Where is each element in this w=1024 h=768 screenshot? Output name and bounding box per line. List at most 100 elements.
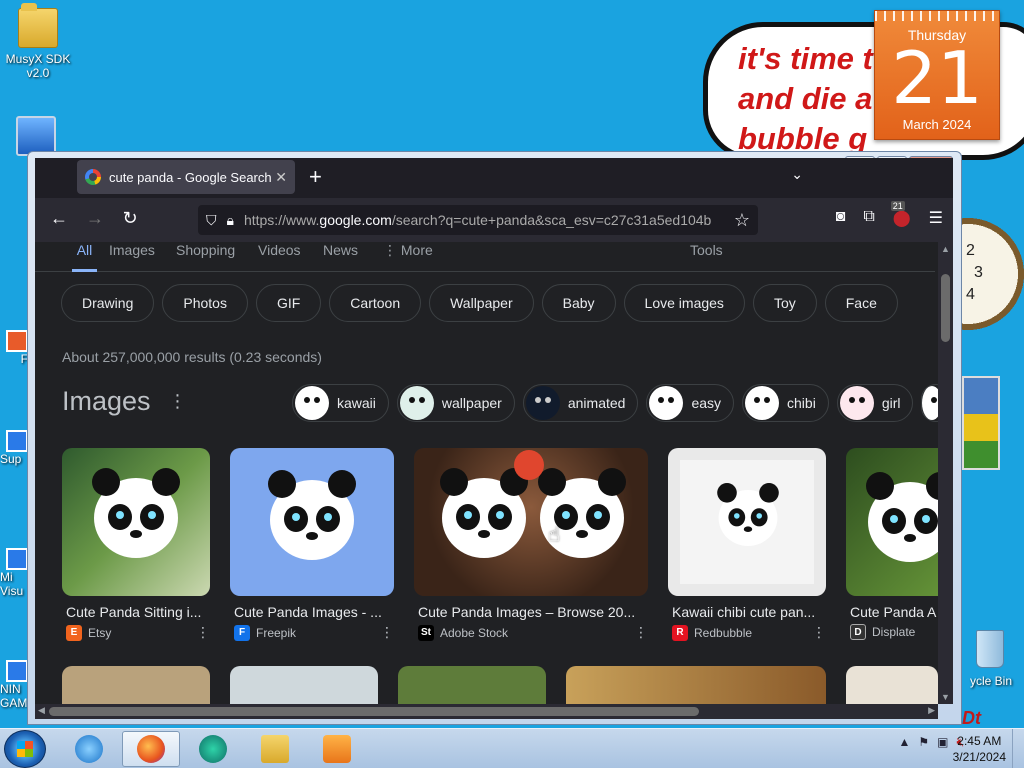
- chip-face[interactable]: Face: [824, 284, 898, 322]
- image-caption[interactable]: Cute Panda Images - ...: [230, 604, 394, 620]
- taskbar-internet-explorer[interactable]: [60, 731, 118, 767]
- taskbar-firefox[interactable]: [122, 731, 180, 767]
- vertical-scrollbar[interactable]: ▲ ▼: [938, 242, 953, 704]
- image-thumbnail[interactable]: [398, 666, 546, 704]
- chip-baby[interactable]: Baby: [541, 284, 616, 322]
- more-options-icon[interactable]: ⋮: [634, 624, 648, 641]
- back-button[interactable]: ←: [47, 208, 71, 229]
- tab-images[interactable]: Images: [109, 242, 155, 272]
- refine-chip-kawaii[interactable]: kawaii: [292, 384, 389, 422]
- desktop-icon-partial[interactable]: NIN GAM: [0, 660, 28, 720]
- menu-hamburger-icon[interactable]: ☰: [929, 208, 943, 228]
- scroll-right-icon[interactable]: ▶: [928, 705, 935, 716]
- more-options-icon[interactable]: ⋮: [380, 624, 394, 641]
- url-path: /search?q=cute+panda&sca_esv=c27c31a5ed1…: [391, 212, 712, 228]
- panda-illustration: [717, 483, 779, 546]
- horizontal-scroll-thumb[interactable]: [49, 707, 699, 716]
- tab-cute-panda[interactable]: cute panda - Google Search ✕: [77, 160, 295, 194]
- show-desktop-button[interactable]: [1012, 729, 1024, 768]
- image-result-card[interactable]: Cute Panda A D Displate: [846, 448, 938, 640]
- desktop-icon-recycle-bin[interactable]: ycle Bin: [958, 630, 1024, 688]
- desktop-icon-partial[interactable]: Sup: [0, 430, 28, 478]
- scroll-up-icon[interactable]: ▲: [941, 244, 950, 254]
- chip-cartoon[interactable]: Cartoon: [329, 284, 422, 322]
- ublock-extension-icon[interactable]: 21 ⬤: [890, 201, 911, 228]
- refine-chip-wallpaper[interactable]: wallpaper: [396, 384, 515, 422]
- chip-photos[interactable]: Photos: [162, 284, 248, 322]
- clock-gadget[interactable]: 2 3 4: [958, 218, 1024, 330]
- refine-thumbnail: [525, 386, 560, 420]
- image-result-card[interactable]: Cute Panda Images – Browse 20... St Adobe…: [414, 448, 648, 641]
- image-thumbnail[interactable]: [846, 448, 938, 596]
- refine-chip-easy[interactable]: easy: [646, 384, 735, 422]
- more-options-icon[interactable]: ⋮: [169, 391, 187, 412]
- scroll-left-icon[interactable]: ◀: [38, 705, 45, 716]
- tab-shopping[interactable]: Shopping: [176, 242, 235, 272]
- refine-chip-chibi[interactable]: chibi: [742, 384, 829, 422]
- slideshow-gadget[interactable]: [962, 376, 1000, 470]
- tab-all[interactable]: All: [72, 242, 97, 272]
- image-thumbnail[interactable]: [230, 448, 394, 596]
- refine-chip-animated[interactable]: animated: [522, 384, 639, 422]
- more-options-icon[interactable]: ⋮: [196, 624, 210, 641]
- refine-label: wallpaper: [441, 395, 502, 411]
- pocket-icon[interactable]: ◙: [836, 208, 846, 228]
- new-tab-button[interactable]: +: [309, 164, 322, 190]
- image-result-card[interactable]: Cute Panda Images - ... F Freepik ⋮: [230, 448, 394, 641]
- tab-more[interactable]: ⋮ More: [383, 242, 433, 272]
- app-icon: [6, 548, 28, 570]
- vertical-scroll-thumb[interactable]: [941, 274, 950, 342]
- image-thumbnail[interactable]: [230, 666, 378, 704]
- tab-news[interactable]: News: [323, 242, 358, 272]
- desktop-icon-musyx[interactable]: MusyX SDK v2.0: [0, 3, 76, 80]
- image-caption[interactable]: Kawaii chibi cute pan...: [668, 604, 826, 620]
- image-result-card[interactable]: Cute Panda Sitting i... E Etsy ⋮: [62, 448, 210, 641]
- horizontal-scrollbar[interactable]: ◀ ▶: [35, 704, 938, 719]
- action-center-flag-icon[interactable]: ⚑: [918, 735, 929, 750]
- image-caption[interactable]: Cute Panda Sitting i...: [62, 604, 210, 620]
- refine-label: kawaii: [337, 395, 376, 411]
- scroll-down-icon[interactable]: ▼: [941, 692, 950, 702]
- chip-drawing[interactable]: Drawing: [61, 284, 155, 322]
- chip-wallpaper[interactable]: Wallpaper: [429, 284, 534, 322]
- extensions-icon[interactable]: ⧉: [863, 208, 874, 228]
- chip-gif[interactable]: GIF: [255, 284, 322, 322]
- image-thumbnail[interactable]: [62, 666, 210, 704]
- tools-button[interactable]: Tools: [690, 242, 723, 272]
- image-caption[interactable]: Cute Panda Images – Browse 20...: [414, 604, 648, 620]
- image-thumbnail[interactable]: [414, 448, 648, 596]
- url-text[interactable]: https://www.google.com/search?q=cute+pan…: [244, 212, 734, 228]
- more-options-icon[interactable]: ⋮: [812, 624, 826, 641]
- taskbar-clock[interactable]: 2:45 AM 3/21/2024: [953, 733, 1006, 765]
- show-hidden-icons-icon[interactable]: ▲: [898, 735, 910, 750]
- lock-icon[interactable]: 🔒︎: [227, 212, 234, 229]
- desktop-icon-partial[interactable]: Mi Visu: [0, 548, 28, 608]
- clock-numeral: 3: [974, 264, 983, 281]
- reload-button[interactable]: ↻: [118, 208, 142, 229]
- taskbar: ▲ ⚑ ▣ 🔇︎ 2:45 AM 3/21/2024: [0, 728, 1024, 768]
- image-caption[interactable]: Cute Panda A: [846, 604, 938, 620]
- calendar-gadget[interactable]: Thursday 21 March 2024: [874, 10, 1000, 140]
- start-button[interactable]: [4, 730, 46, 768]
- tab-videos[interactable]: Videos: [258, 242, 301, 272]
- taskbar-file-explorer[interactable]: [246, 731, 304, 767]
- chip-love-images[interactable]: Love images: [623, 284, 745, 322]
- forward-button[interactable]: →: [83, 208, 107, 229]
- image-thumbnail[interactable]: [566, 666, 826, 704]
- image-thumbnail[interactable]: [846, 666, 938, 704]
- refine-chip-girl[interactable]: girl: [836, 384, 914, 422]
- chip-toy[interactable]: Toy: [752, 284, 817, 322]
- taskbar-media-player[interactable]: [308, 731, 366, 767]
- image-thumbnail[interactable]: [668, 448, 826, 596]
- bookmark-star-icon[interactable]: ☆: [734, 210, 750, 231]
- network-icon[interactable]: ▣: [937, 735, 948, 750]
- tracking-protection-shield-icon[interactable]: ⛉: [206, 212, 217, 229]
- image-thumbnail[interactable]: [62, 448, 210, 596]
- list-all-tabs-button[interactable]: ⌄: [791, 166, 803, 183]
- taskbar-app-green[interactable]: [184, 731, 242, 767]
- url-bar[interactable]: ⛉ 🔒︎ https://www.google.com/search?q=cut…: [198, 205, 758, 235]
- desktop-icon-partial[interactable]: F: [0, 330, 28, 378]
- image-result-card[interactable]: Kawaii chibi cute pan... R Redbubble ⋮: [668, 448, 826, 641]
- media-player-icon: [323, 735, 351, 763]
- close-tab-icon[interactable]: ✕: [275, 169, 287, 186]
